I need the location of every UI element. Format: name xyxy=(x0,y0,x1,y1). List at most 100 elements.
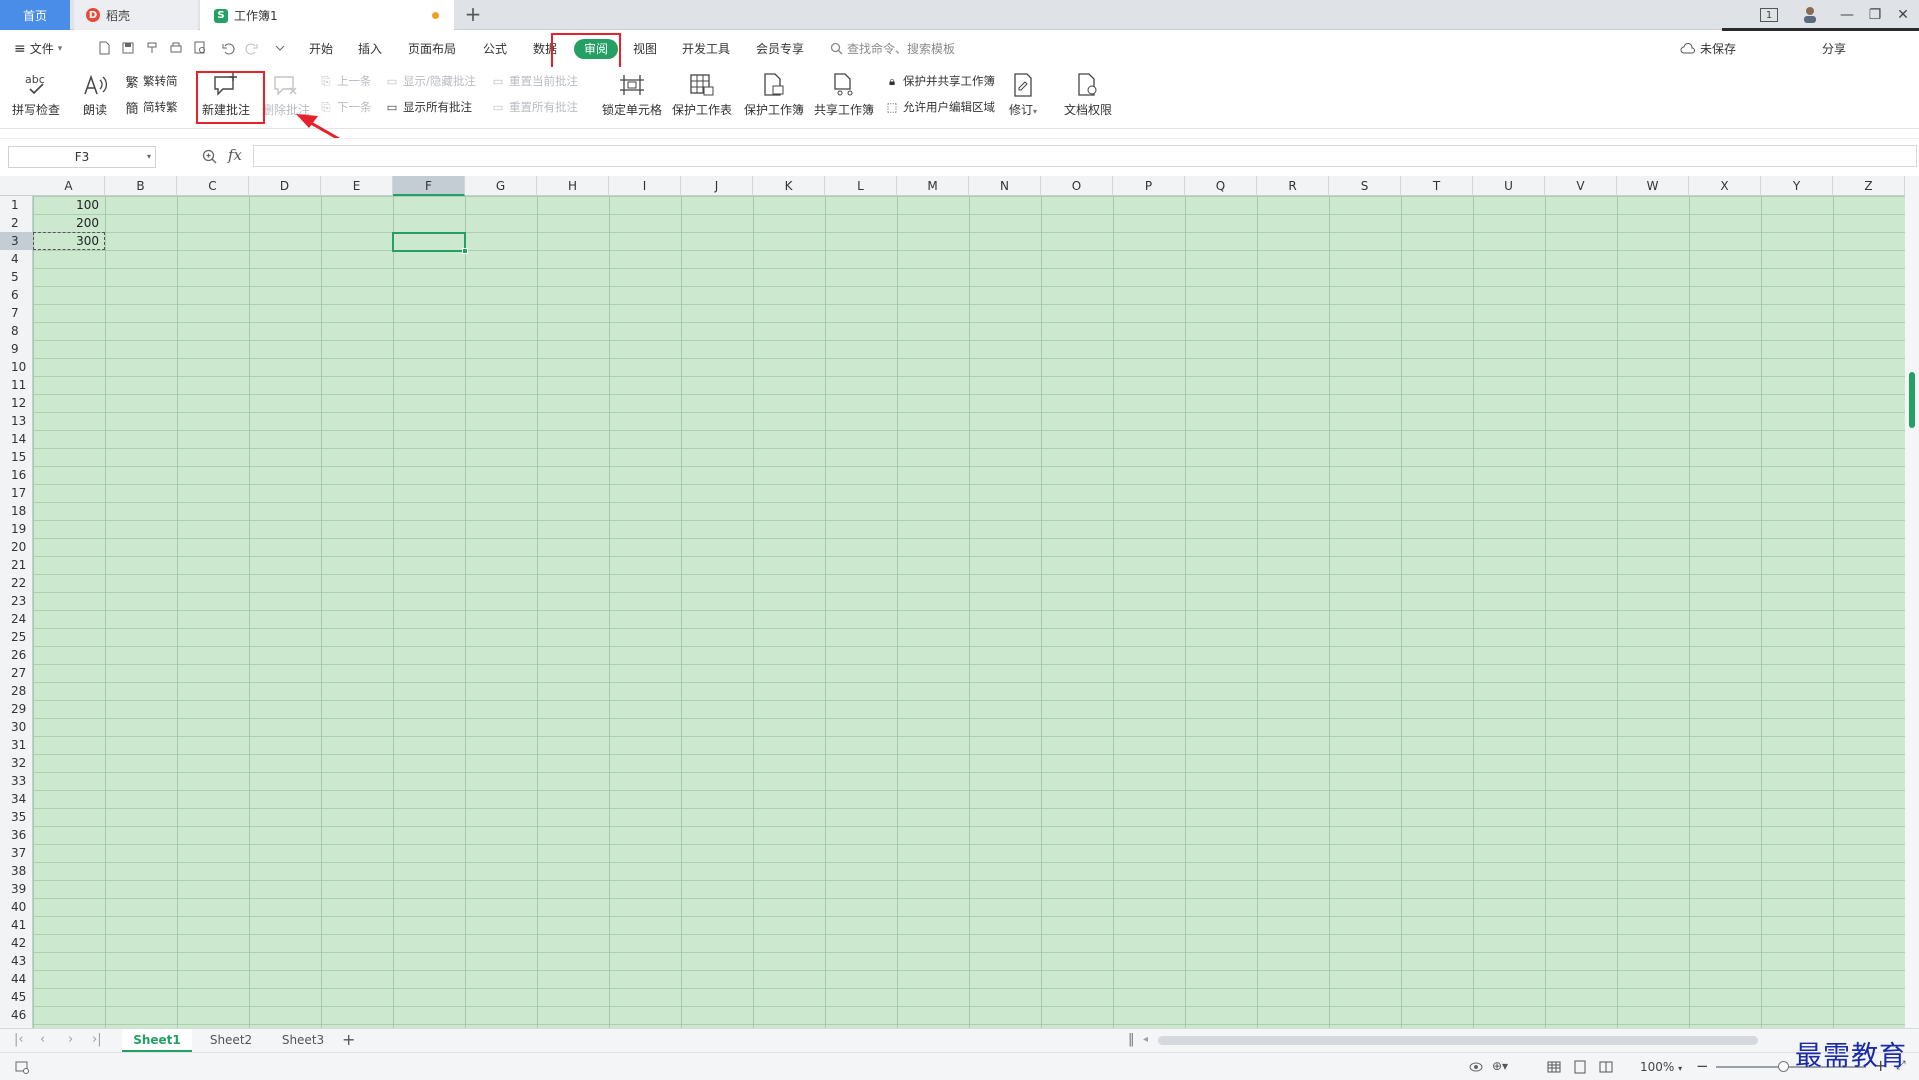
column-header-c[interactable]: C xyxy=(177,176,249,196)
column-header-t[interactable]: T xyxy=(1401,176,1473,196)
row-header-8[interactable]: 8 xyxy=(0,322,33,340)
row-header-32[interactable]: 32 xyxy=(0,754,33,772)
row-header-18[interactable]: 18 xyxy=(0,502,33,520)
row-header-7[interactable]: 7 xyxy=(0,304,33,322)
menu-insert[interactable]: 插入 xyxy=(358,40,382,57)
sheet-tab-2[interactable]: Sheet2 xyxy=(196,1029,266,1052)
page-break-view-icon[interactable] xyxy=(1598,1059,1614,1075)
tab-workbook[interactable]: S 工作簿1 xyxy=(200,0,454,31)
add-sheet-icon[interactable]: + xyxy=(342,1030,355,1049)
column-header-b[interactable]: B xyxy=(105,176,177,196)
reset-current-comment-button[interactable]: ▭ 重置当前批注 xyxy=(490,73,578,89)
redo-icon[interactable] xyxy=(244,40,260,56)
row-header-16[interactable]: 16 xyxy=(0,466,33,484)
column-header-n[interactable]: N xyxy=(969,176,1041,196)
cell-a1[interactable]: 100 xyxy=(33,196,103,214)
row-header-46[interactable]: 46 xyxy=(0,1006,33,1024)
name-box[interactable]: F3 ▾ xyxy=(8,146,156,168)
lock-cells-button[interactable]: 锁定单元格 xyxy=(602,71,662,118)
row-header-35[interactable]: 35 xyxy=(0,808,33,826)
delete-comment-button[interactable]: 删除批注 xyxy=(262,71,310,118)
row-header-22[interactable]: 22 xyxy=(0,574,33,592)
column-header-f[interactable]: F xyxy=(393,176,465,196)
allow-edit-ranges-button[interactable]: ⬚ 允许用户编辑区域 xyxy=(884,99,995,115)
menu-developer[interactable]: 开发工具 xyxy=(682,40,730,57)
column-header-s[interactable]: S xyxy=(1329,176,1401,196)
column-header-u[interactable]: U xyxy=(1473,176,1545,196)
last-sheet-icon[interactable]: ›| xyxy=(92,1032,102,1047)
column-header-k[interactable]: K xyxy=(753,176,825,196)
trad-to-simp-button[interactable]: 繁 繁转简 xyxy=(124,73,177,91)
row-header-20[interactable]: 20 xyxy=(0,538,33,556)
menu-home[interactable]: 开始 xyxy=(309,40,333,57)
vertical-scroll-thumb[interactable] xyxy=(1909,372,1915,428)
row-header-15[interactable]: 15 xyxy=(0,448,33,466)
column-header-x[interactable]: X xyxy=(1689,176,1761,196)
new-file-icon[interactable] xyxy=(96,40,112,56)
tab-home[interactable]: 首页 xyxy=(0,0,70,30)
row-header-6[interactable]: 6 xyxy=(0,286,33,304)
save-icon[interactable] xyxy=(120,40,136,56)
column-header-i[interactable]: I xyxy=(609,176,681,196)
row-header-30[interactable]: 30 xyxy=(0,718,33,736)
column-header-g[interactable]: G xyxy=(465,176,537,196)
command-search[interactable]: 查找命令、搜索模板 xyxy=(830,40,955,57)
restore-icon[interactable]: ❐ xyxy=(1864,4,1886,26)
zoom-level[interactable]: 100% ▾ xyxy=(1640,1060,1682,1074)
zoom-out-icon[interactable]: − xyxy=(1696,1057,1709,1075)
column-header-j[interactable]: J xyxy=(681,176,753,196)
column-header-a[interactable]: A xyxy=(33,176,105,196)
scroll-left-icon[interactable]: ◂ xyxy=(1143,1034,1148,1045)
new-tab-button[interactable]: + xyxy=(461,3,485,27)
column-header-d[interactable]: D xyxy=(249,176,321,196)
row-header-19[interactable]: 19 xyxy=(0,520,33,538)
format-painter-icon[interactable] xyxy=(144,40,160,56)
macro-record-icon[interactable] xyxy=(14,1059,30,1075)
sheet-tab-1[interactable]: Sheet1 xyxy=(122,1029,192,1052)
row-header-26[interactable]: 26 xyxy=(0,646,33,664)
menu-formulas[interactable]: 公式 xyxy=(483,40,507,57)
menu-member[interactable]: 会员专享 xyxy=(756,40,804,57)
column-header-o[interactable]: O xyxy=(1041,176,1113,196)
row-header-37[interactable]: 37 xyxy=(0,844,33,862)
row-header-28[interactable]: 28 xyxy=(0,682,33,700)
protect-and-share-button[interactable]: 🔒︎ 保护并共享工作簿 xyxy=(884,73,995,89)
row-header-33[interactable]: 33 xyxy=(0,772,33,790)
row-header-11[interactable]: 11 xyxy=(0,376,33,394)
print-preview-icon[interactable] xyxy=(192,40,208,56)
row-header-9[interactable]: 9 xyxy=(0,340,33,358)
row-header-21[interactable]: 21 xyxy=(0,556,33,574)
zoom-formula-icon[interactable] xyxy=(202,149,218,165)
column-header-y[interactable]: Y xyxy=(1761,176,1833,196)
row-header-24[interactable]: 24 xyxy=(0,610,33,628)
row-header-5[interactable]: 5 xyxy=(0,268,33,286)
horizontal-scrollbar[interactable] xyxy=(1158,1036,1758,1045)
row-header-12[interactable]: 12 xyxy=(0,394,33,412)
row-header-34[interactable]: 34 xyxy=(0,790,33,808)
row-header-41[interactable]: 41 xyxy=(0,916,33,934)
zoom-slider-thumb[interactable] xyxy=(1778,1061,1789,1072)
row-header-2[interactable]: 2 xyxy=(0,214,33,232)
spellcheck-button[interactable]: abc 拼写检查 xyxy=(12,71,60,118)
row-header-39[interactable]: 39 xyxy=(0,880,33,898)
column-header-r[interactable]: R xyxy=(1257,176,1329,196)
row-header-43[interactable]: 43 xyxy=(0,952,33,970)
formula-input[interactable] xyxy=(253,145,1917,167)
column-header-h[interactable]: H xyxy=(537,176,609,196)
eye-protection-icon[interactable] xyxy=(1468,1059,1484,1075)
input-mode-icon[interactable]: ⊕▾ xyxy=(1492,1059,1508,1073)
row-header-38[interactable]: 38 xyxy=(0,862,33,880)
column-header-m[interactable]: M xyxy=(897,176,969,196)
column-header-e[interactable]: E xyxy=(321,176,393,196)
sheet-tab-3[interactable]: Sheet3 xyxy=(268,1029,338,1052)
row-header-17[interactable]: 17 xyxy=(0,484,33,502)
user-avatar-icon[interactable] xyxy=(1800,4,1822,26)
share-button[interactable]: 分享 xyxy=(1822,40,1846,57)
customize-toolbar-icon[interactable] xyxy=(272,40,288,56)
window-count-icon[interactable]: 1 xyxy=(1760,8,1778,22)
row-header-1[interactable]: 1 xyxy=(0,196,33,214)
row-header-27[interactable]: 27 xyxy=(0,664,33,682)
row-header-23[interactable]: 23 xyxy=(0,592,33,610)
row-header-4[interactable]: 4 xyxy=(0,250,33,268)
row-header-13[interactable]: 13 xyxy=(0,412,33,430)
